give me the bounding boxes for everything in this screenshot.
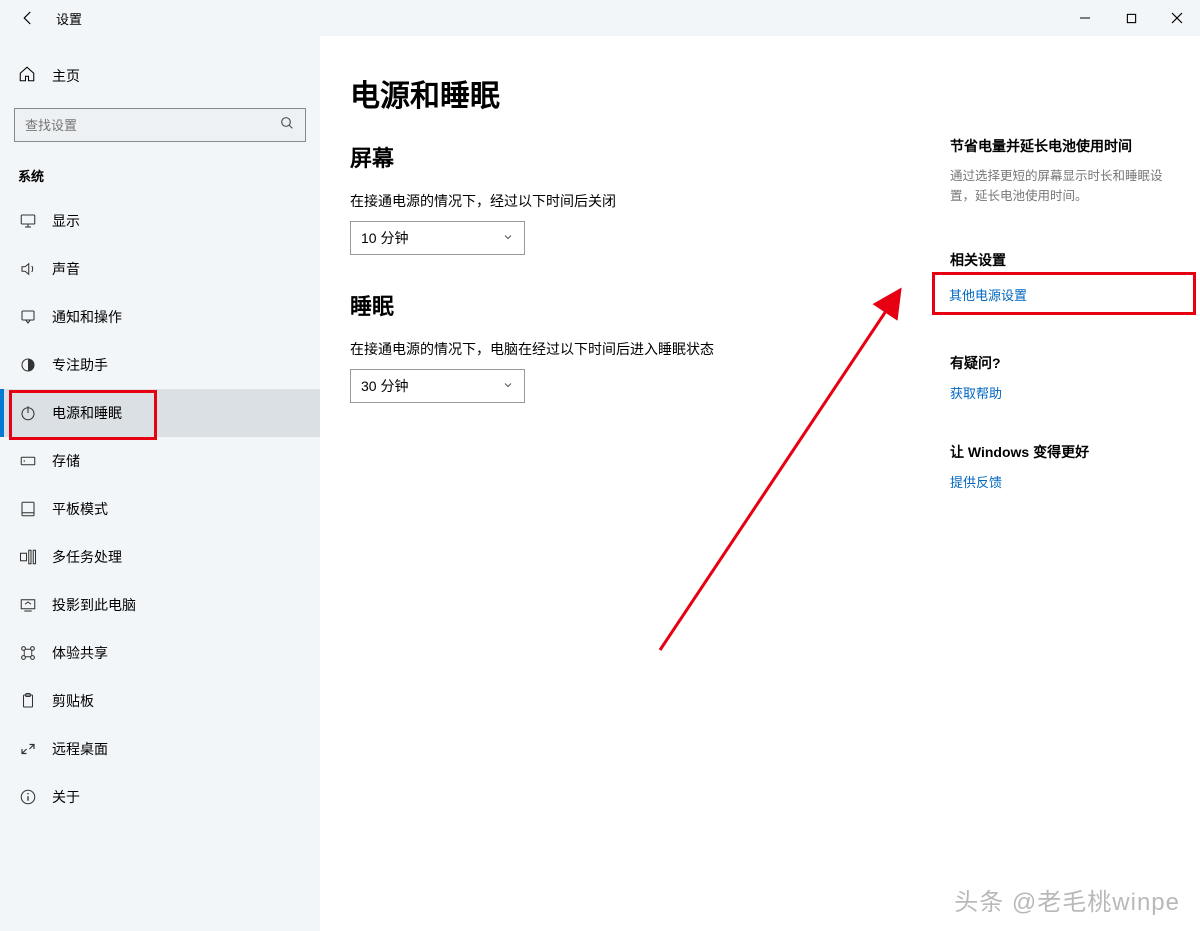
get-help-link[interactable]: 获取帮助 [950,383,1170,402]
chevron-down-icon [502,231,514,246]
sidebar-item-label: 通知和操作 [52,307,122,327]
sidebar-item-label: 剪贴板 [52,691,94,711]
sleep-heading: 睡眠 [350,289,978,321]
sidebar-section-header: 系统 [0,142,320,197]
related-settings-title: 相关设置 [950,250,1170,270]
screen-off-combobox[interactable]: 10 分钟 [350,221,525,255]
sidebar-item-remote[interactable]: 远程桌面 [0,725,320,773]
sidebar-item-label: 专注助手 [52,355,108,375]
back-button[interactable] [10,0,46,36]
sidebar-item-label: 存储 [52,451,80,471]
sidebar-item-sound[interactable]: 声音 [0,245,320,293]
feedback-link[interactable]: 提供反馈 [950,472,1170,491]
watermark: 头条 @老毛桃winpe [954,882,1180,917]
annotation-box-related: 其他电源设置 [932,272,1196,315]
chevron-down-icon [502,379,514,394]
sidebar-item-display[interactable]: 显示 [0,197,320,245]
screen-off-label: 在接通电源的情况下，经过以下时间后关闭 [350,191,978,211]
sidebar-item-storage[interactable]: 存储 [0,437,320,485]
have-question-title: 有疑问? [950,353,1170,373]
sidebar-item-label: 体验共享 [52,643,108,663]
tablet-icon [18,500,38,518]
sidebar-item-share[interactable]: 体验共享 [0,629,320,677]
sidebar-item-power[interactable]: 电源和睡眠 [0,389,320,437]
sidebar-item-label: 声音 [52,259,80,279]
sidebar-item-clip[interactable]: 剪贴板 [0,677,320,725]
power-saving-desc: 通过选择更短的屏幕显示时长和睡眠设置，延长电池使用时间。 [950,166,1170,206]
sidebar-item-focus[interactable]: 专注助手 [0,341,320,389]
clip-icon [18,692,38,710]
maximize-button[interactable] [1108,0,1154,36]
minimize-button[interactable] [1062,0,1108,36]
search-box[interactable] [14,108,306,142]
power-icon [18,404,38,422]
sidebar-item-label: 电源和睡眠 [52,403,122,423]
storage-icon [18,452,38,470]
home-label: 主页 [52,66,80,86]
close-button[interactable] [1154,0,1200,36]
sleep-combobox[interactable]: 30 分钟 [350,369,525,403]
sidebar-item-label: 关于 [52,787,80,807]
multi-icon [18,548,38,566]
sidebar-item-label: 远程桌面 [52,739,108,759]
remote-icon [18,740,38,758]
search-icon [279,115,295,136]
other-power-settings-link[interactable]: 其他电源设置 [949,285,1179,304]
sidebar-item-label: 平板模式 [52,499,108,519]
power-saving-title: 节省电量并延长电池使用时间 [950,136,1170,156]
page-title: 电源和睡眠 [350,71,978,115]
sidebar-item-label: 投影到此电脑 [52,595,136,615]
titlebar: 设置 [0,0,1200,36]
sidebar-item-tablet[interactable]: 平板模式 [0,485,320,533]
home-icon [18,65,36,88]
display-icon [18,212,38,230]
notify-icon [18,308,38,326]
make-windows-better-title: 让 Windows 变得更好 [950,442,1170,462]
sidebar-item-label: 多任务处理 [52,547,122,567]
sidebar-item-project[interactable]: 投影到此电脑 [0,581,320,629]
sidebar-item-about[interactable]: 关于 [0,773,320,821]
sidebar-item-multi[interactable]: 多任务处理 [0,533,320,581]
home-button[interactable]: 主页 [0,58,320,94]
project-icon [18,596,38,614]
app-title: 设置 [56,9,82,28]
share-icon [18,644,38,662]
screen-off-value: 10 分钟 [361,228,408,248]
sidebar-item-notify[interactable]: 通知和操作 [0,293,320,341]
sleep-label: 在接通电源的情况下，电脑在经过以下时间后进入睡眠状态 [350,339,978,359]
content-area: 电源和睡眠 屏幕 在接通电源的情况下，经过以下时间后关闭 10 分钟 睡眠 在接… [320,36,1200,931]
sleep-value: 30 分钟 [361,376,408,396]
screen-heading: 屏幕 [350,141,978,173]
search-input[interactable] [25,118,279,133]
sidebar-item-label: 显示 [52,211,80,231]
sidebar: 主页 系统 显示声音通知和操作专注助手电源和睡眠存储平板模式多任务处理投影到此电… [0,36,320,931]
aside-panel: 节省电量并延长电池使用时间 通过选择更短的屏幕显示时长和睡眠设置，延长电池使用时… [950,136,1170,531]
focus-icon [18,356,38,374]
about-icon [18,788,38,806]
sound-icon [18,260,38,278]
